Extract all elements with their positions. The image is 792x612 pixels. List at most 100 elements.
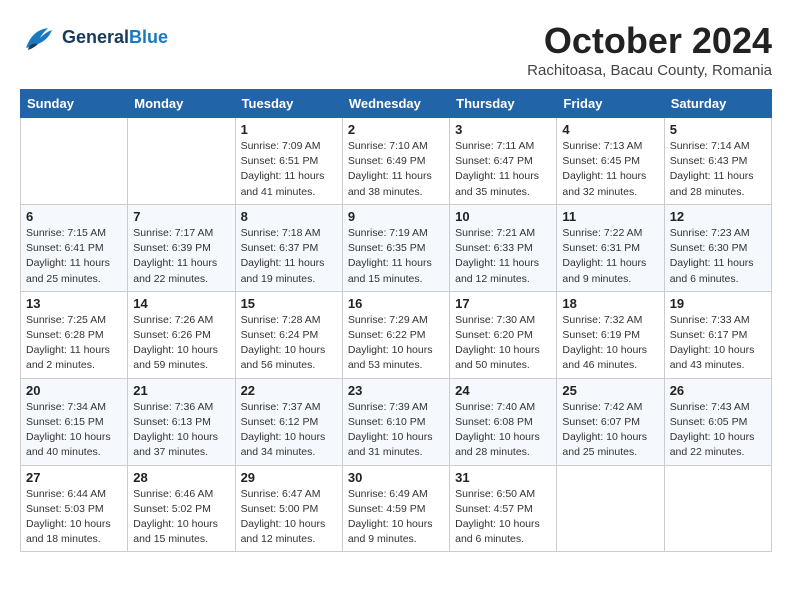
day-info: Sunrise: 7:40 AM Sunset: 6:08 PM Dayligh… [455,400,551,461]
calendar-cell: 31Sunrise: 6:50 AM Sunset: 4:57 PM Dayli… [450,465,557,552]
calendar-week-row: 27Sunrise: 6:44 AM Sunset: 5:03 PM Dayli… [21,465,772,552]
day-number: 31 [455,470,551,485]
day-info: Sunrise: 7:15 AM Sunset: 6:41 PM Dayligh… [26,226,122,287]
calendar-week-row: 13 Sunrise: 7:25 AM Sunset: 6:28 PM Dayli… [21,291,772,378]
day-number: 1 [241,122,337,137]
calendar-cell: 29Sunrise: 6:47 AM Sunset: 5:00 PM Dayli… [235,465,342,552]
weekday-header-row: SundayMondayTuesdayWednesdayThursdayFrid… [21,90,772,118]
day-number: 3 [455,122,551,137]
calendar-cell: 18 Sunrise: 7:32 AM Sunset: 6:19 PM Dayli… [557,291,664,378]
calendar-cell: 4 Sunrise: 7:13 AM Sunset: 6:45 PM Daylig… [557,118,664,205]
calendar-cell: 30 Sunrise: 6:49 AM Sunset: 4:59 PM Dayli… [342,465,449,552]
day-info: Sunrise: 7:10 AM Sunset: 6:49 PM Dayligh… [348,139,444,200]
day-info: Sunrise: 7:28 AM Sunset: 6:24 PM Dayligh… [241,313,337,374]
calendar-cell: 15 Sunrise: 7:28 AM Sunset: 6:24 PM Dayli… [235,291,342,378]
calendar-cell: 26 Sunrise: 7:43 AM Sunset: 6:05 PM Dayli… [664,378,771,465]
day-number: 20 [26,383,122,398]
day-number: 25 [562,383,658,398]
weekday-header: Friday [557,90,664,118]
day-number: 24 [455,383,551,398]
day-number: 30 [348,470,444,485]
calendar-cell: 6 Sunrise: 7:15 AM Sunset: 6:41 PM Daylig… [21,204,128,291]
day-number: 26 [670,383,766,398]
day-number: 22 [241,383,337,398]
weekday-header: Thursday [450,90,557,118]
day-number: 10 [455,209,551,224]
day-number: 29 [241,470,337,485]
calendar-cell: 7Sunrise: 7:17 AM Sunset: 6:39 PM Daylig… [128,204,235,291]
calendar-cell: 11 Sunrise: 7:22 AM Sunset: 6:31 PM Dayli… [557,204,664,291]
day-number: 4 [562,122,658,137]
calendar-cell: 28 Sunrise: 6:46 AM Sunset: 5:02 PM Dayli… [128,465,235,552]
day-number: 14 [133,296,229,311]
logo-icon [20,20,56,56]
day-info: Sunrise: 7:13 AM Sunset: 6:45 PM Dayligh… [562,139,658,200]
page-header: GeneralBlue October 2024 Rachitoasa, Bac… [20,20,772,79]
day-info: Sunrise: 7:43 AM Sunset: 6:05 PM Dayligh… [670,400,766,461]
day-info: Sunrise: 7:11 AM Sunset: 6:47 PM Dayligh… [455,139,551,200]
calendar-cell: 17 Sunrise: 7:30 AM Sunset: 6:20 PM Dayli… [450,291,557,378]
calendar-cell: 1 Sunrise: 7:09 AM Sunset: 6:51 PM Daylig… [235,118,342,205]
calendar-cell: 22 Sunrise: 7:37 AM Sunset: 6:12 PM Dayli… [235,378,342,465]
day-info: Sunrise: 7:37 AM Sunset: 6:12 PM Dayligh… [241,400,337,461]
day-info: Sunrise: 7:18 AM Sunset: 6:37 PM Dayligh… [241,226,337,287]
day-number: 8 [241,209,337,224]
day-number: 5 [670,122,766,137]
day-info: Sunrise: 7:14 AM Sunset: 6:43 PM Dayligh… [670,139,766,200]
day-number: 13 [26,296,122,311]
calendar-table: SundayMondayTuesdayWednesdayThursdayFrid… [20,89,772,552]
day-info: Sunrise: 7:42 AM Sunset: 6:07 PM Dayligh… [562,400,658,461]
day-number: 18 [562,296,658,311]
calendar-cell [21,118,128,205]
calendar-week-row: 6 Sunrise: 7:15 AM Sunset: 6:41 PM Daylig… [21,204,772,291]
location-text: Rachitoasa, Bacau County, Romania [527,62,772,79]
calendar-cell: 16 Sunrise: 7:29 AM Sunset: 6:22 PM Dayli… [342,291,449,378]
day-info: Sunrise: 7:25 AM Sunset: 6:28 PM Dayligh… [26,313,122,374]
calendar-cell: 5 Sunrise: 7:14 AM Sunset: 6:43 PM Daylig… [664,118,771,205]
day-info: Sunrise: 7:29 AM Sunset: 6:22 PM Dayligh… [348,313,444,374]
day-info: Sunrise: 7:26 AM Sunset: 6:26 PM Dayligh… [133,313,229,374]
calendar-cell [128,118,235,205]
day-number: 9 [348,209,444,224]
day-number: 15 [241,296,337,311]
day-number: 2 [348,122,444,137]
day-info: Sunrise: 7:33 AM Sunset: 6:17 PM Dayligh… [670,313,766,374]
day-number: 19 [670,296,766,311]
logo-text: GeneralBlue [62,28,168,48]
day-info: Sunrise: 7:32 AM Sunset: 6:19 PM Dayligh… [562,313,658,374]
calendar-cell: 2 Sunrise: 7:10 AM Sunset: 6:49 PM Daylig… [342,118,449,205]
day-number: 16 [348,296,444,311]
calendar-cell: 14 Sunrise: 7:26 AM Sunset: 6:26 PM Dayli… [128,291,235,378]
day-info: Sunrise: 6:49 AM Sunset: 4:59 PM Dayligh… [348,487,444,548]
day-number: 28 [133,470,229,485]
calendar-cell: 23 Sunrise: 7:39 AM Sunset: 6:10 PM Dayli… [342,378,449,465]
calendar-week-row: 20 Sunrise: 7:34 AM Sunset: 6:15 PM Dayli… [21,378,772,465]
calendar-cell [557,465,664,552]
day-number: 7 [133,209,229,224]
calendar-cell: 25 Sunrise: 7:42 AM Sunset: 6:07 PM Dayli… [557,378,664,465]
logo: GeneralBlue [20,20,168,56]
day-info: Sunrise: 7:22 AM Sunset: 6:31 PM Dayligh… [562,226,658,287]
calendar-cell: 27Sunrise: 6:44 AM Sunset: 5:03 PM Dayli… [21,465,128,552]
day-info: Sunrise: 7:30 AM Sunset: 6:20 PM Dayligh… [455,313,551,374]
calendar-cell: 21Sunrise: 7:36 AM Sunset: 6:13 PM Dayli… [128,378,235,465]
day-info: Sunrise: 6:44 AM Sunset: 5:03 PM Dayligh… [26,487,122,548]
day-info: Sunrise: 7:19 AM Sunset: 6:35 PM Dayligh… [348,226,444,287]
weekday-header: Tuesday [235,90,342,118]
calendar-cell: 12Sunrise: 7:23 AM Sunset: 6:30 PM Dayli… [664,204,771,291]
day-info: Sunrise: 7:34 AM Sunset: 6:15 PM Dayligh… [26,400,122,461]
calendar-cell [664,465,771,552]
day-info: Sunrise: 6:46 AM Sunset: 5:02 PM Dayligh… [133,487,229,548]
day-number: 23 [348,383,444,398]
day-number: 11 [562,209,658,224]
day-number: 21 [133,383,229,398]
day-number: 17 [455,296,551,311]
day-info: Sunrise: 7:21 AM Sunset: 6:33 PM Dayligh… [455,226,551,287]
day-number: 6 [26,209,122,224]
day-info: Sunrise: 7:09 AM Sunset: 6:51 PM Dayligh… [241,139,337,200]
calendar-cell: 3 Sunrise: 7:11 AM Sunset: 6:47 PM Daylig… [450,118,557,205]
day-info: Sunrise: 7:23 AM Sunset: 6:30 PM Dayligh… [670,226,766,287]
weekday-header: Saturday [664,90,771,118]
day-info: Sunrise: 7:39 AM Sunset: 6:10 PM Dayligh… [348,400,444,461]
calendar-week-row: 1 Sunrise: 7:09 AM Sunset: 6:51 PM Daylig… [21,118,772,205]
